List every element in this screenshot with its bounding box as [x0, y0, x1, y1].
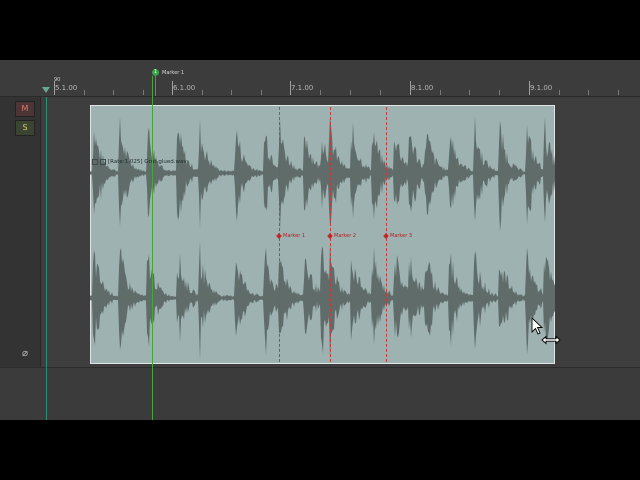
project-marker-label[interactable]: Marker 1: [162, 70, 184, 76]
timeline-ruler[interactable]: 90 5.1.00 6.1.00 7.1.00 8.1.00 9.1.00 1 …: [0, 60, 640, 97]
ruler-subtick: [84, 90, 85, 95]
item-lock-icon[interactable]: [92, 158, 98, 165]
stretch-marker-label: Marker 2: [334, 233, 357, 239]
waveform: [90, 116, 555, 361]
phase-invert-icon[interactable]: ⌀: [20, 349, 30, 359]
ruler-subtick: [469, 90, 470, 95]
play-cursor: [46, 97, 47, 420]
waveform-shape: [90, 241, 555, 361]
ruler-subtick: [320, 90, 321, 95]
project-marker-flag[interactable]: 1: [152, 69, 159, 76]
stretch-marker[interactable]: Marker 3: [383, 232, 413, 239]
ruler-tick-label: 8.1.00: [411, 84, 434, 92]
track-control-panel[interactable]: [0, 97, 41, 367]
stretch-marker[interactable]: Marker 1: [276, 232, 306, 239]
stretch-marker-label: Marker 1: [283, 233, 306, 239]
arrange-view: 90 5.1.00 6.1.00 7.1.00 8.1.00 9.1.00 1 …: [0, 60, 640, 420]
ruler-subtick: [261, 90, 262, 95]
ruler-tick-label: 6.1.00: [173, 84, 196, 92]
ruler-subtick: [588, 90, 589, 95]
resize-horizontal-cursor-icon: [531, 317, 561, 345]
ruler-subtick: [499, 90, 500, 95]
stretch-marker-diamond-icon: [276, 232, 282, 239]
ruler-tick-label: 7.1.00: [291, 84, 314, 92]
ruler-subtick: [559, 90, 560, 95]
solo-button[interactable]: S: [15, 120, 35, 136]
project-marker-line: [155, 76, 156, 96]
ruler-subtick: [440, 90, 441, 95]
ruler-subtick: [350, 90, 351, 95]
ruler-subtick: [113, 90, 114, 95]
ruler-subtick: [202, 90, 203, 95]
playhead-marker-icon[interactable]: [42, 87, 50, 93]
mute-button[interactable]: M: [15, 101, 35, 117]
ruler-subtick: [231, 90, 232, 95]
ruler-subtick: [618, 90, 619, 95]
stretch-marker-label: Marker 3: [390, 233, 413, 239]
waveform-channel-left: [90, 116, 555, 232]
edit-cursor-line: [152, 76, 153, 420]
waveform-channel-right: [90, 241, 555, 361]
item-header[interactable]: [Rate:1.025] Grut-glued.wav: [92, 158, 187, 167]
ruler-subtick: [143, 90, 144, 95]
stretch-marker[interactable]: Marker 2: [327, 232, 357, 239]
item-take-name: [Rate:1.025] Grut-glued.wav: [108, 159, 187, 165]
item-fx-icon[interactable]: [100, 158, 106, 165]
empty-track-area[interactable]: [0, 367, 640, 420]
ruler-tick-label: 9.1.00: [530, 84, 553, 92]
ruler-tick-label: 5.1.00: [55, 84, 78, 92]
waveform-shape: [90, 116, 555, 232]
stretch-marker-diamond-icon: [383, 232, 389, 239]
ruler-subtick: [380, 90, 381, 95]
stretch-marker-diamond-icon: [327, 232, 333, 239]
